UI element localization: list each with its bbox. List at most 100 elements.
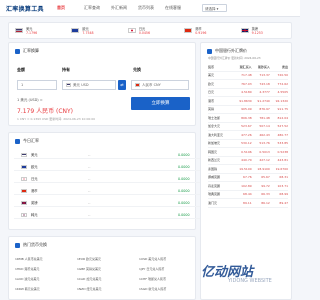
cell-value: 530.12 [241,141,252,146]
cell-value: 4.5505 [277,90,289,95]
table-row[interactable]: 新加坡元 530.12 513.76 533.85 [208,140,289,148]
pair-link[interactable]: 1USD 美元兑人民币 [139,257,201,261]
cell-value: 462.43 [259,132,270,137]
have-value: 美元 USD [73,82,89,87]
table-row[interactable]: 新西兰元 440.70 427.12 443.81 [208,157,288,165]
gb-flag-icon [240,28,249,33]
rates-title-text: 今日汇率 [23,138,39,143]
convert-button[interactable]: 立即换算 [131,97,190,110]
table-row[interactable]: 瑞典克朗 68.44 66.33 68.99 [208,191,289,199]
pair-link[interactable]: 1SGD 新元兑人民币 [139,287,201,291]
pair-link[interactable]: 1GBP 英镑兑美元 [77,267,139,271]
cell-value: 89.11 [243,200,252,205]
table-row[interactable]: 美元 717.48 713.37 720.50 [208,72,288,80]
nav-links: 首页 汇率查询 外汇新闻 货币列表 在线客服 [57,5,192,11]
flag-value: 9.1253 [251,30,263,35]
cell-value: 523.67 [241,124,252,129]
flag-cell-eur[interactable]: 欧元 7.7548 [65,23,121,38]
table-row[interactable]: 丹麦克朗 102.89 99.72 103.71 [208,182,288,191]
cell-value: 19.6700 [275,166,289,171]
table-row[interactable]: 欧元 767.03 743.18 772.62 [208,80,288,89]
cell-value: 767.03 [241,81,252,86]
pairs-title: 热门货币兑换 [15,242,47,248]
cell-value: 68.99 [279,192,289,197]
cell-value: 440.70 [241,158,252,163]
table-row[interactable]: 澳大利亚元 477.26 462.43 480.77 [208,131,288,140]
cell-value: 102.89 [241,183,252,188]
pair-row: 1HKD 港币兑美元 1GBP 英镑兑美元 1JPY 日元兑人民币 [15,265,201,272]
cell-currency: 欧元 [208,81,215,86]
to-select[interactable]: 人民币 CNY [131,80,189,90]
cell-currency: 澳大利亚元 [208,132,224,137]
flag-cell-gbp[interactable]: 英镑 9.1253 [235,23,291,38]
pair-link[interactable]: 1KRW 韩元兑美元 [15,287,77,291]
title-marker-icon [15,48,20,54]
pair-row: 1AUD 澳元兑美元 1CAD 加元兑美元 1CHF 瑞郎兑人民币 [15,275,201,282]
pair-link[interactable]: 1EUR 欧元兑美元 [77,257,139,261]
cell-currency: 韩国元 [208,149,218,154]
table-row[interactable]: 挪威克朗 67.76 65.67 68.31 [208,174,288,182]
hk-flag-icon [184,28,193,33]
logo[interactable]: 汇率换算工具 [6,4,44,13]
nav-link-service[interactable]: 在线客服 [165,5,192,11]
table-row[interactable]: 加拿大元 523.67 507.14 527.52 [208,123,289,131]
cell-currency: 瑞典克朗 [208,192,221,197]
table-row[interactable]: 澳门元 89.11 86.12 89.47 [208,199,288,208]
cell-value: 18.9100 [257,166,270,171]
pair-link[interactable]: 1JPY 日元兑人民币 [139,267,201,271]
cell-currency: 日元 [208,90,215,95]
header-cell: 现汇买入 [239,64,252,69]
table-row[interactable]: 英镑 905.09 876.97 911.75 [208,106,288,114]
eu-flag-icon [21,164,27,169]
pair-link[interactable]: 1AUD 澳元兑美元 [15,277,77,281]
rate-row[interactable]: 港币 -- 0.0000 [14,187,200,195]
table-row[interactable]: 日元 4.5180 4.3777 4.5505 [208,89,289,97]
rate-row[interactable]: 欧元 -- 0.0000 [14,163,200,171]
rate-value: 0.0000 [178,188,190,193]
table-row[interactable]: 瑞士法郎 806.38 781.48 812.04 [208,114,288,123]
cell-value: 781.48 [259,115,270,120]
nav-link-home[interactable]: 首页 [57,5,84,11]
pair-link[interactable]: 1RMB 人民币兑美元 [15,257,77,261]
rate-mid: -- [88,176,91,181]
rate-row[interactable]: 英镑 -- 0.0000 [14,199,200,207]
nav-link-currencies[interactable]: 货币列表 [138,5,165,11]
rate-row[interactable]: 日元 -- 0.0000 [14,175,200,183]
result-value: 7.179 人民币 (CNY) [17,108,74,115]
table-row[interactable]: 泰国铢 19.5100 18.9100 19.6700 [208,165,288,174]
cell-value: 533.85 [277,141,289,146]
table-row[interactable]: 韩国元 0.5196 0.5013 0.5238 [208,148,288,157]
cell-value: 507.14 [259,124,270,129]
rate-mid: -- [88,200,91,205]
rate-value: 0.0000 [178,176,190,181]
flag-cell-usd[interactable]: 美元 7.1796 [9,23,65,38]
pair-link[interactable]: 1CHF 瑞郎兑人民币 [139,277,201,281]
cell-value: 92.1320 [275,98,289,103]
cell-value: 0.5196 [241,149,252,154]
rate-row[interactable]: 美元 -- 0.0000 [14,151,200,159]
pair-link[interactable]: 1HKD 港币兑美元 [15,267,77,271]
us-flag-icon [66,83,71,87]
flag-cell-jpy[interactable]: 日元 0.0456 [122,23,178,38]
flag-cell-hkd[interactable]: 港币 0.9196 [178,23,234,38]
rate-value: 0.0000 [178,200,190,205]
cell-currency: 新西兰元 [208,158,221,163]
currency-select[interactable]: 请选择 ▾ [202,4,227,12]
cell-value: 905.09 [241,107,252,112]
cell-value: 99.72 [261,183,270,188]
rate-mid: -- [88,188,91,193]
have-select[interactable]: 美元 USD [62,80,116,90]
watermark-subtitle: YIDONG WEBSITE [228,278,272,284]
rate-value: 0.0000 [178,152,190,157]
pair-link[interactable]: 1NZD 纽元兑美元 [77,287,139,291]
nav-link-news[interactable]: 外汇新闻 [111,5,138,11]
amount-input[interactable]: 1 [17,80,57,90]
nav-link-rates[interactable]: 汇率查询 [84,5,111,11]
table-row[interactable]: 港币 91.8630 91.2740 92.1320 [208,97,288,106]
pair-link[interactable]: 1CAD 加元兑美元 [77,277,139,281]
rate-value: 0.0000 [178,212,190,217]
rate-row[interactable]: 韩元 -- 0.0000 [14,211,200,219]
swap-button[interactable]: ⇄ [118,80,126,90]
cell-value: 527.52 [277,124,289,129]
header-cell: 货币 [208,64,215,69]
